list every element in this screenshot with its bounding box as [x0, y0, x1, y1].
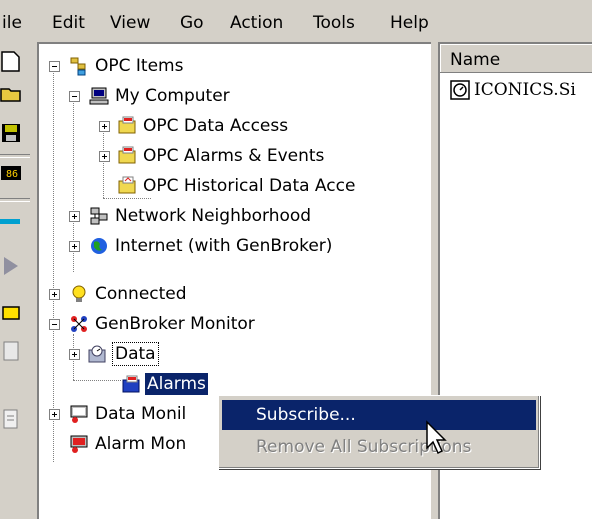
mouse-cursor-icon: [426, 420, 447, 455]
menu-action[interactable]: Action: [230, 13, 283, 33]
alarm-monitor-icon: [70, 435, 88, 453]
alarm-folder-icon: [122, 375, 140, 393]
tree-label: Alarm Mon: [95, 434, 187, 454]
tree-line: [103, 198, 151, 199]
column-header-name[interactable]: Name: [440, 44, 592, 73]
data-folder-icon: [88, 345, 106, 363]
tree-node-network-neighborhood[interactable]: Network Neighborhood: [39, 204, 419, 228]
collapse-icon[interactable]: [49, 61, 60, 72]
network-icon: [90, 207, 108, 225]
tree-label: OPC Historical Data Acce: [143, 176, 356, 196]
print-icon[interactable]: [0, 408, 22, 430]
folder-icon: [118, 146, 136, 164]
menu-help[interactable]: Help: [390, 13, 429, 33]
tree-node-my-computer[interactable]: My Computer: [39, 84, 419, 108]
tree-label: Alarms: [145, 373, 208, 395]
menu-item-remove-all-subscriptions[interactable]: Remove All Subscriptions: [222, 432, 536, 462]
globe-icon: [91, 238, 107, 254]
menu-tools[interactable]: Tools: [313, 13, 355, 33]
counter-icon[interactable]: 86: [0, 162, 22, 184]
collapse-icon[interactable]: [69, 91, 80, 102]
expand-icon[interactable]: [69, 349, 80, 360]
play-icon[interactable]: [0, 255, 22, 277]
tree-node-data[interactable]: Data: [39, 342, 419, 366]
tree-node-internet[interactable]: Internet (with GenBroker): [39, 234, 419, 258]
menu-item-subscribe[interactable]: Subscribe...: [222, 400, 536, 430]
expand-icon[interactable]: [49, 409, 60, 420]
expand-icon[interactable]: [99, 121, 110, 132]
menu-bar: ile Edit View Go Action Tools Help: [0, 0, 592, 40]
menu-go[interactable]: Go: [180, 13, 204, 33]
server-icon: [450, 80, 470, 100]
tree-node-genbroker-monitor[interactable]: GenBroker Monitor: [39, 312, 419, 336]
genbroker-icon: [71, 316, 87, 332]
tree-label: GenBroker Monitor: [95, 314, 255, 334]
properties-icon[interactable]: [0, 340, 22, 362]
tree-node-opc-alarms-events[interactable]: OPC Alarms & Events: [39, 144, 429, 168]
tree-label: Network Neighborhood: [115, 206, 312, 226]
tree-label: OPC Alarms & Events: [143, 146, 325, 166]
tree-node-alarms[interactable]: Alarms: [39, 372, 419, 396]
lightbulb-icon: [72, 285, 86, 302]
tree-label: My Computer: [115, 86, 230, 106]
alarm-icon[interactable]: [0, 302, 22, 324]
expand-icon[interactable]: [49, 289, 60, 300]
context-menu: Subscribe... Remove All Subscriptions: [218, 395, 540, 469]
menu-file[interactable]: ile: [2, 13, 22, 33]
tree-node-connected[interactable]: Connected: [39, 282, 419, 306]
collapse-icon[interactable]: [49, 319, 60, 330]
connect-icon[interactable]: [0, 210, 22, 232]
tree-label: OPC Data Access: [143, 116, 289, 136]
tree-label: Data Monil: [95, 404, 187, 424]
tree-label: OPC Items: [95, 56, 184, 76]
folder-icon: [118, 176, 136, 194]
opc-items-icon: [70, 57, 86, 76]
column-header-label: Name: [450, 50, 501, 70]
expand-icon[interactable]: [69, 211, 80, 222]
new-document-icon[interactable]: [0, 50, 22, 72]
computer-icon: [89, 87, 109, 105]
tree-label: Internet (with GenBroker): [115, 236, 333, 256]
open-folder-icon[interactable]: [0, 82, 22, 104]
toolbar-separator: [0, 198, 30, 202]
folder-icon: [118, 116, 136, 134]
menu-view[interactable]: View: [110, 13, 150, 33]
svg-text:86: 86: [6, 169, 18, 180]
save-icon[interactable]: [0, 122, 22, 144]
tree-node-opc-data-access[interactable]: OPC Data Access: [39, 114, 429, 138]
tree-node-opc-items[interactable]: OPC Items: [39, 54, 419, 78]
expand-icon[interactable]: [69, 241, 80, 252]
menu-edit[interactable]: Edit: [52, 13, 85, 33]
tree-label: Connected: [95, 284, 187, 304]
tree-label: Data: [112, 342, 159, 366]
left-toolbar: 86: [0, 40, 35, 515]
toolbar-separator: [0, 154, 30, 158]
data-monitor-icon: [70, 405, 88, 423]
list-item[interactable]: ICONICS.Si: [446, 78, 592, 102]
expand-icon[interactable]: [99, 151, 110, 162]
list-item-label: ICONICS.Si: [474, 80, 576, 100]
tree-node-opc-historical[interactable]: OPC Historical Data Acce: [39, 174, 431, 198]
